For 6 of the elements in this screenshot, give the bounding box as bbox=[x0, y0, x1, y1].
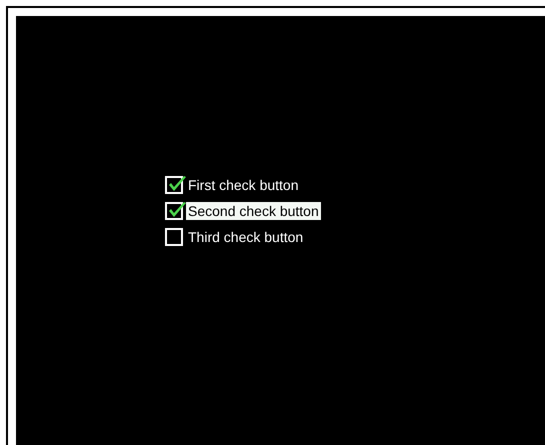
checkbox-label: Third check button bbox=[187, 228, 304, 246]
checkbox[interactable] bbox=[165, 176, 183, 194]
checkbox-label: First check button bbox=[187, 176, 300, 194]
checkbox[interactable] bbox=[165, 228, 183, 246]
checkbox[interactable] bbox=[165, 202, 183, 220]
checkbox-label: Second check button bbox=[186, 202, 321, 220]
